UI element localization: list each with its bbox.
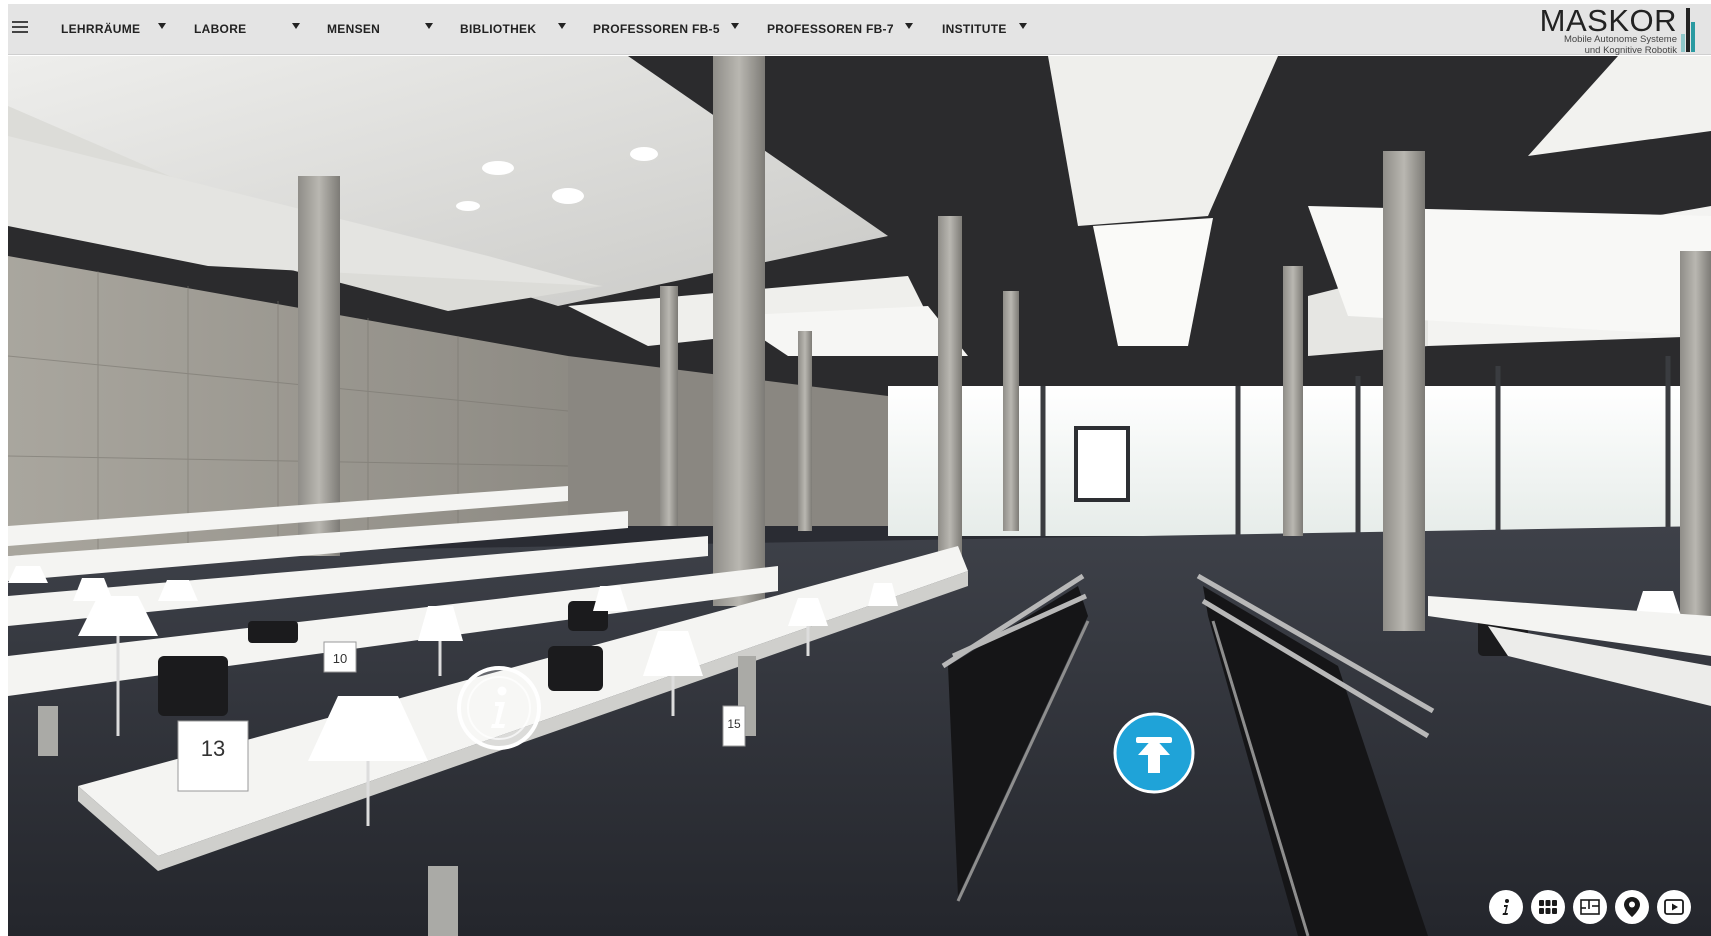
menu-item-labore[interactable]: LABORE — [194, 4, 246, 54]
maskor-logo[interactable]: MASKOR Mobile Autonome Systeme und Kogni… — [1527, 3, 1697, 56]
menu-item-label: PROFESSOREN FB-5 — [593, 22, 720, 36]
panorama-image: 13 10 15 — [8, 56, 1711, 936]
dropdown-caret-icon[interactable] — [292, 23, 300, 29]
viewer-controls — [1489, 890, 1691, 924]
menu-item-label: BIBLIOTHEK — [460, 22, 537, 36]
panorama-viewer[interactable]: 13 10 15 — [8, 56, 1711, 936]
map-pin-button[interactable] — [1615, 890, 1649, 924]
move-forward-hotspot[interactable] — [1112, 711, 1196, 795]
desk-number: 15 — [727, 717, 741, 731]
logo-title: MASKOR — [1539, 3, 1677, 38]
menu-item-mensen[interactable]: MENSEN — [327, 4, 380, 54]
info-hotspot[interactable] — [455, 664, 543, 752]
grid-button[interactable] — [1531, 890, 1565, 924]
logo-subtitle-line2: und Kognitive Robotik — [1584, 44, 1677, 56]
arrow-up-icon — [1113, 712, 1195, 794]
info-icon — [1502, 899, 1509, 915]
logo-subtitle: Mobile Autonome Systeme und Kognitive Ro… — [1563, 34, 1677, 56]
info-icon — [457, 666, 541, 750]
menu-item-institute[interactable]: INSTITUTE — [942, 4, 1007, 54]
map-pin-icon — [1624, 897, 1640, 917]
play-button[interactable] — [1657, 890, 1691, 924]
floorplan-icon — [1580, 899, 1600, 915]
logo-bars-icon — [1681, 8, 1695, 52]
dropdown-caret-icon[interactable] — [905, 23, 913, 29]
menu-item-bibliothek[interactable]: BIBLIOTHEK — [460, 4, 536, 54]
hamburger-menu-icon[interactable] — [12, 18, 28, 40]
logo-subtitle-line1: Mobile Autonome Systeme — [1563, 34, 1677, 45]
desk-number: 13 — [201, 736, 225, 761]
dropdown-caret-icon[interactable] — [158, 23, 166, 29]
menu-item-label: INSTITUTE — [942, 22, 1007, 36]
dropdown-caret-icon[interactable] — [425, 23, 433, 29]
menu-item-label: PROFESSOREN FB-7 — [767, 22, 894, 36]
dropdown-caret-icon[interactable] — [558, 23, 566, 29]
play-icon — [1664, 899, 1684, 915]
info-button[interactable] — [1489, 890, 1523, 924]
menu-item-lehrraeume[interactable]: LEHRRÄUME — [61, 4, 140, 54]
top-navigation-bar: LEHRRÄUME LABORE MENSEN BIBLIOTHEK PROFE… — [8, 4, 1711, 55]
menu-item-label: LEHRRÄUME — [61, 22, 141, 36]
menu-item-label: LABORE — [194, 22, 247, 36]
dropdown-caret-icon[interactable] — [731, 23, 739, 29]
menu-item-label: MENSEN — [327, 22, 381, 36]
menu-item-professoren-fb7[interactable]: PROFESSOREN FB-7 — [767, 4, 894, 54]
floorplan-button[interactable] — [1573, 890, 1607, 924]
grid-icon — [1539, 900, 1557, 914]
desk-number: 10 — [333, 651, 347, 666]
menu-item-professoren-fb5[interactable]: PROFESSOREN FB-5 — [593, 4, 720, 54]
dropdown-caret-icon[interactable] — [1019, 23, 1027, 29]
